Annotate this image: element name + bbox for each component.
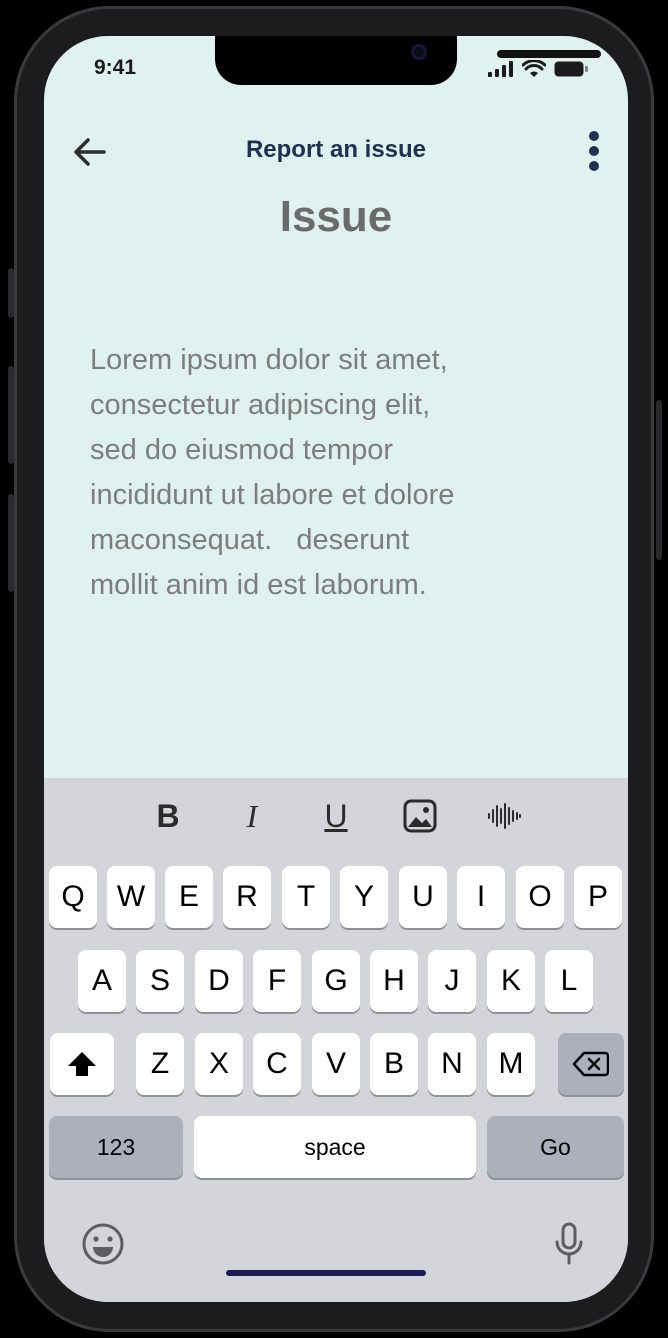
camera (411, 44, 427, 60)
top-bar: Report an issue (44, 130, 628, 174)
text-line: maconsequat. deserunt (90, 524, 410, 556)
phone-screen: 9:41 Report an issue Issue Lorem ipsum d… (44, 36, 628, 1302)
page-title: Issue (279, 192, 393, 241)
notch (215, 36, 601, 85)
image-icon (403, 799, 437, 833)
wifi-icon (522, 60, 546, 77)
text-line: incididunt ut labore et dolore (90, 479, 455, 511)
numbers-key[interactable]: 123 (49, 1116, 183, 1178)
space-key[interactable]: space (194, 1116, 476, 1178)
key-h[interactable]: H (370, 950, 418, 1012)
screen-title: Report an issue (245, 136, 427, 163)
key-i[interactable]: I (457, 866, 505, 928)
side-button (656, 400, 662, 560)
text-line: Lorem ipsum dolor sit amet, (90, 344, 448, 376)
key-s[interactable]: S (136, 950, 184, 1012)
key-a[interactable]: A (78, 950, 126, 1012)
key-c[interactable]: C (253, 1033, 301, 1095)
bold-button[interactable]: B (146, 794, 190, 838)
key-k[interactable]: K (487, 950, 535, 1012)
side-button (8, 494, 14, 592)
key-d[interactable]: D (195, 950, 243, 1012)
key-p[interactable]: P (574, 866, 622, 928)
more-vertical-icon[interactable] (584, 130, 604, 174)
audio-wave-icon (488, 803, 521, 829)
format-toolbar: B I U (44, 778, 628, 854)
emoji-icon[interactable] (81, 1222, 125, 1266)
shift-key[interactable] (50, 1033, 114, 1095)
italic-button[interactable]: I (230, 794, 274, 838)
key-m[interactable]: M (487, 1033, 535, 1095)
text-line: sed do eiusmod tempor (90, 434, 394, 466)
key-g[interactable]: G (312, 950, 360, 1012)
backspace-key[interactable] (558, 1033, 624, 1095)
status-icons (488, 60, 588, 78)
key-n[interactable]: N (428, 1033, 476, 1095)
key-t[interactable]: T (282, 866, 330, 928)
keyboard-bottom-bar (44, 1210, 628, 1302)
key-e[interactable]: E (165, 866, 213, 928)
key-u[interactable]: U (399, 866, 447, 928)
status-time: 9:41 (94, 56, 137, 79)
key-b[interactable]: B (370, 1033, 418, 1095)
insert-image-button[interactable] (398, 794, 442, 838)
key-z[interactable]: Z (136, 1033, 184, 1095)
text-line: mollit anim id est laborum. (90, 569, 427, 601)
issue-text-editor[interactable]: Lorem ipsum dolor sit amet, consectetur … (90, 338, 560, 608)
text-line: consectetur adipiscing elit, (90, 389, 431, 421)
key-y[interactable]: Y (340, 866, 388, 928)
home-indicator (226, 1270, 426, 1276)
signal-icon (488, 61, 513, 77)
audio-button[interactable] (482, 794, 526, 838)
go-key[interactable]: Go (487, 1116, 624, 1178)
key-j[interactable]: J (428, 950, 476, 1012)
key-l[interactable]: L (545, 950, 593, 1012)
microphone-icon[interactable] (554, 1222, 584, 1266)
side-button (8, 268, 14, 318)
speaker (497, 50, 601, 58)
side-button (8, 366, 14, 464)
key-v[interactable]: V (312, 1033, 360, 1095)
shift-icon (68, 1052, 96, 1076)
key-x[interactable]: X (195, 1033, 243, 1095)
key-f[interactable]: F (253, 950, 301, 1012)
key-o[interactable]: O (516, 866, 564, 928)
backspace-icon (573, 1051, 609, 1077)
underline-button[interactable]: U (314, 794, 358, 838)
key-r[interactable]: R (223, 866, 271, 928)
battery-icon (554, 61, 588, 77)
key-w[interactable]: W (107, 866, 155, 928)
key-q[interactable]: Q (49, 866, 97, 928)
